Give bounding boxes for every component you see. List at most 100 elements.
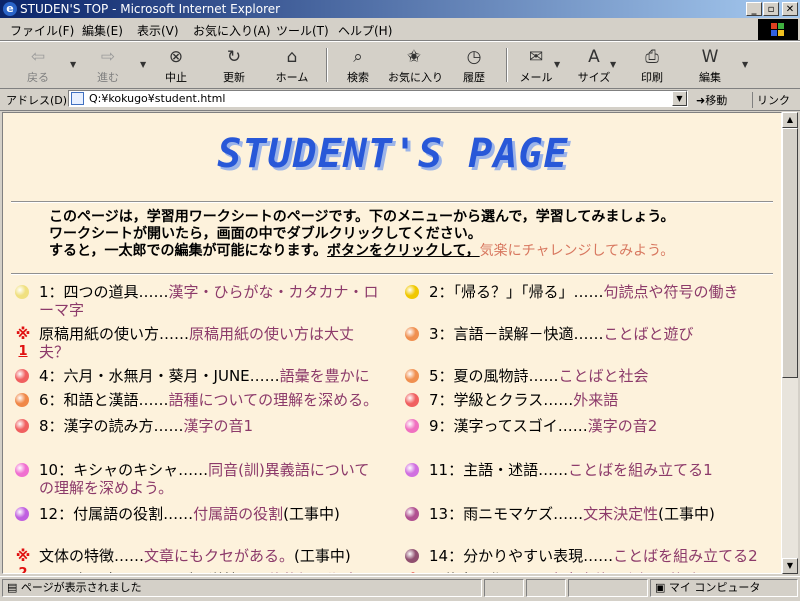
history-button[interactable]: ◷ 履歴: [448, 44, 500, 86]
history-icon: ◷: [466, 47, 482, 67]
vertical-scrollbar[interactable]: ▲ ▼: [782, 112, 798, 574]
item-title: 文体の特徴……: [39, 547, 145, 565]
challenge-text: 気楽にチャレンジしてみよう。: [479, 243, 675, 259]
item-link[interactable]: 句読点や符号の働き: [604, 283, 739, 301]
font-size-icon: A: [588, 47, 600, 67]
item-link[interactable]: ことばと遊び: [604, 325, 694, 343]
page-title: STUDENT'S PAGE: [217, 131, 569, 177]
bullet-ball-icon: [405, 549, 419, 563]
favorites-folder-icon: ✬: [406, 47, 422, 67]
scroll-down-icon[interactable]: ▼: [782, 558, 798, 574]
forward-dropdown-icon[interactable]: ▼: [140, 60, 146, 69]
menu-tools[interactable]: ツール(T): [276, 22, 329, 39]
click-button-text: ボタンをクリックして，: [327, 243, 480, 259]
item-link[interactable]: 原稿用紙の使い方は大丈: [189, 325, 354, 343]
item-link[interactable]: 付属語の役割: [193, 505, 283, 523]
menu-edit[interactable]: 編集(E): [82, 22, 123, 39]
item-title: 9：漢字ってスゴイ……: [429, 417, 588, 435]
back-button[interactable]: ⇦ 戻る: [12, 44, 64, 86]
status-text-panel: ▤ ページが表示されました: [2, 579, 482, 597]
item-link[interactable]: 漢字の音1: [184, 417, 254, 435]
edit-dropdown-icon[interactable]: ▼: [742, 60, 748, 69]
item-title: 6：和語と漢語……: [39, 391, 169, 409]
item-link[interactable]: 文章にもクセがある。: [144, 547, 294, 565]
go-button[interactable]: ➜移動: [696, 92, 727, 108]
bullet-ball-icon: [405, 393, 419, 407]
menu-help[interactable]: ヘルプ(H): [338, 22, 392, 39]
refresh-icon: ↻: [226, 47, 242, 67]
asterisk-mark-icon: ※: [405, 571, 421, 573]
item-title: 原稿用紙の使い方……: [39, 325, 190, 343]
address-dropdown-icon[interactable]: ▼: [672, 91, 687, 106]
search-button[interactable]: ⌕ 検索: [332, 44, 384, 86]
menu-file[interactable]: ファイル(F): [10, 22, 74, 39]
windows-logo-icon: [758, 19, 798, 40]
status-bar: ▤ ページが表示されました ▣ マイ コンピュータ: [0, 576, 800, 601]
address-bar: アドレス(D) Q:¥kokugo¥student.html ▼ ➜移動 リンク: [0, 88, 800, 111]
bullet-ball-icon: [15, 419, 29, 433]
item-title: 4：六月・水無月・葵月・JUNE……: [39, 367, 280, 385]
divider: [11, 273, 773, 275]
forward-button[interactable]: ⇨ 進む: [82, 44, 134, 86]
item-link[interactable]: ことばと社会: [559, 367, 649, 385]
menu-favorites[interactable]: お気に入り(A): [193, 22, 271, 39]
ie-icon: e: [3, 2, 17, 16]
edit-button[interactable]: W 編集: [684, 44, 736, 86]
home-button[interactable]: ⌂ ホーム: [266, 44, 318, 86]
favorites-button[interactable]: ✬ お気に入り: [388, 44, 443, 86]
bullet-ball-icon: [15, 369, 29, 383]
home-icon: ⌂: [286, 47, 298, 67]
address-value: Q:¥kokugo¥student.html: [89, 92, 226, 105]
bullet-ball-icon: [15, 507, 29, 521]
maximize-button[interactable]: ▫: [763, 2, 779, 16]
item-link[interactable]: 修飾語の順序: [268, 571, 358, 573]
item-title: 8：漢字の読み方……: [39, 417, 184, 435]
menu-view[interactable]: 表示(V): [137, 22, 179, 39]
toolbar-separator: [506, 48, 508, 82]
minimize-button[interactable]: _: [746, 2, 762, 16]
bullet-ball-icon: [15, 285, 29, 299]
item-title: 13：雨ニモマケズ……: [429, 505, 584, 523]
item-title: 要約文を作る……: [429, 571, 549, 573]
mail-dropdown-icon[interactable]: ▼: [554, 60, 560, 69]
item-link[interactable]: 語種についての理解を深める。: [169, 391, 379, 409]
item-link[interactable]: 文章全体の主旨を的確につ: [549, 571, 729, 573]
item-link[interactable]: ことばを組み立てる: [613, 547, 748, 565]
menu-bar: ファイル(F) 編集(E) 表示(V) お気に入り(A) ツール(T) ヘルプ(…: [0, 18, 800, 41]
item-link[interactable]: 語彙を豊かに: [280, 367, 370, 385]
refresh-button[interactable]: ↻ 更新: [208, 44, 260, 86]
bullet-ball-icon: [405, 285, 419, 299]
back-arrow-icon: ⇦: [30, 47, 46, 67]
item-note: の理解を深めよう。: [39, 479, 174, 497]
item-note: (工事中): [658, 505, 715, 523]
scroll-thumb[interactable]: [782, 128, 798, 378]
item-title: 7：学級とクラス……: [429, 391, 574, 409]
address-input[interactable]: Q:¥kokugo¥student.html ▼: [68, 90, 688, 107]
printer-icon: ⎙: [645, 47, 659, 67]
intro-text: このページは，学習用ワークシートのページです。下のメニューから選んで，学習してみ…: [49, 209, 769, 260]
item-link[interactable]: 外来語: [573, 391, 618, 409]
mail-icon: ✉: [528, 47, 544, 67]
bullet-ball-icon: [15, 393, 29, 407]
toolbar-separator: [326, 48, 328, 82]
divider: [11, 201, 773, 203]
size-dropdown-icon[interactable]: ▼: [610, 60, 616, 69]
item-title: 5：夏の風物詩……: [429, 367, 559, 385]
intro-line-3: すると，一太郎での編集が可能になります。ボタンをクリックして，気楽にチャレンジし…: [49, 243, 675, 259]
item-link[interactable]: 同音(訓)異義語について: [208, 461, 369, 479]
item-link[interactable]: 漢字の音2: [588, 417, 658, 435]
forward-arrow-icon: ⇨: [100, 47, 116, 67]
item-link[interactable]: ことばを組み立てる1: [568, 461, 713, 479]
bullet-ball-icon: [405, 463, 419, 477]
stop-button[interactable]: ⊗ 中止: [150, 44, 202, 86]
close-button[interactable]: ✕: [782, 2, 798, 16]
item-link[interactable]: 文末決定性: [583, 505, 658, 523]
scroll-up-icon[interactable]: ▲: [782, 112, 798, 128]
word-edit-icon: W: [701, 47, 719, 67]
back-dropdown-icon[interactable]: ▼: [70, 60, 76, 69]
links-button[interactable]: リンク: [752, 92, 790, 108]
window-title: STUDEN'S TOP - Microsoft Internet Explor…: [20, 2, 281, 16]
print-button[interactable]: ⎙ 印刷: [626, 44, 678, 86]
title-bar: e STUDEN'S TOP - Microsoft Internet Expl…: [0, 0, 800, 18]
item-note: (工事中): [283, 505, 340, 523]
